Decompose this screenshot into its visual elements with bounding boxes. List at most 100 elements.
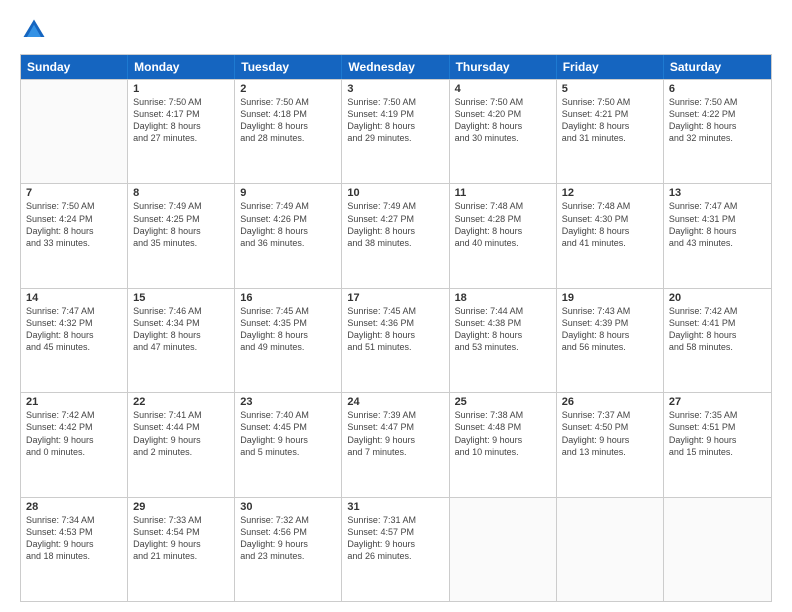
- cell-line-2: Daylight: 9 hours: [347, 434, 443, 446]
- cell-line-0: Sunrise: 7:42 AM: [669, 305, 766, 317]
- day-cell-31: 31Sunrise: 7:31 AMSunset: 4:57 PMDayligh…: [342, 498, 449, 601]
- day-cell-23: 23Sunrise: 7:40 AMSunset: 4:45 PMDayligh…: [235, 393, 342, 496]
- cell-line-3: and 32 minutes.: [669, 132, 766, 144]
- day-cell-5: 5Sunrise: 7:50 AMSunset: 4:21 PMDaylight…: [557, 80, 664, 183]
- calendar-body: 1Sunrise: 7:50 AMSunset: 4:17 PMDaylight…: [21, 79, 771, 601]
- cell-line-2: Daylight: 9 hours: [562, 434, 658, 446]
- empty-cell: [21, 80, 128, 183]
- calendar-week-2: 7Sunrise: 7:50 AMSunset: 4:24 PMDaylight…: [21, 183, 771, 287]
- cell-line-1: Sunset: 4:47 PM: [347, 421, 443, 433]
- cell-line-2: Daylight: 8 hours: [669, 329, 766, 341]
- cell-line-2: Daylight: 8 hours: [133, 225, 229, 237]
- day-number: 30: [240, 501, 336, 513]
- day-number: 17: [347, 292, 443, 304]
- day-cell-28: 28Sunrise: 7:34 AMSunset: 4:53 PMDayligh…: [21, 498, 128, 601]
- cell-line-1: Sunset: 4:25 PM: [133, 213, 229, 225]
- day-cell-29: 29Sunrise: 7:33 AMSunset: 4:54 PMDayligh…: [128, 498, 235, 601]
- calendar: SundayMondayTuesdayWednesdayThursdayFrid…: [20, 54, 772, 602]
- day-number: 27: [669, 396, 766, 408]
- day-cell-12: 12Sunrise: 7:48 AMSunset: 4:30 PMDayligh…: [557, 184, 664, 287]
- cell-line-1: Sunset: 4:31 PM: [669, 213, 766, 225]
- cell-line-3: and 26 minutes.: [347, 550, 443, 562]
- cell-line-2: Daylight: 8 hours: [562, 120, 658, 132]
- cell-line-2: Daylight: 9 hours: [26, 538, 122, 550]
- cell-line-1: Sunset: 4:54 PM: [133, 526, 229, 538]
- cell-line-3: and 13 minutes.: [562, 446, 658, 458]
- header-day-tuesday: Tuesday: [235, 55, 342, 79]
- cell-line-3: and 21 minutes.: [133, 550, 229, 562]
- cell-line-3: and 5 minutes.: [240, 446, 336, 458]
- day-cell-14: 14Sunrise: 7:47 AMSunset: 4:32 PMDayligh…: [21, 289, 128, 392]
- day-number: 23: [240, 396, 336, 408]
- cell-line-1: Sunset: 4:42 PM: [26, 421, 122, 433]
- day-number: 5: [562, 83, 658, 95]
- cell-line-1: Sunset: 4:48 PM: [455, 421, 551, 433]
- cell-line-0: Sunrise: 7:47 AM: [26, 305, 122, 317]
- day-number: 8: [133, 187, 229, 199]
- cell-line-1: Sunset: 4:53 PM: [26, 526, 122, 538]
- cell-line-1: Sunset: 4:22 PM: [669, 108, 766, 120]
- cell-line-3: and 10 minutes.: [455, 446, 551, 458]
- day-cell-10: 10Sunrise: 7:49 AMSunset: 4:27 PMDayligh…: [342, 184, 449, 287]
- header-day-monday: Monday: [128, 55, 235, 79]
- cell-line-0: Sunrise: 7:35 AM: [669, 409, 766, 421]
- cell-line-0: Sunrise: 7:45 AM: [240, 305, 336, 317]
- cell-line-2: Daylight: 8 hours: [240, 329, 336, 341]
- day-cell-18: 18Sunrise: 7:44 AMSunset: 4:38 PMDayligh…: [450, 289, 557, 392]
- cell-line-0: Sunrise: 7:33 AM: [133, 514, 229, 526]
- day-number: 25: [455, 396, 551, 408]
- day-number: 13: [669, 187, 766, 199]
- cell-line-2: Daylight: 9 hours: [455, 434, 551, 446]
- cell-line-0: Sunrise: 7:46 AM: [133, 305, 229, 317]
- cell-line-1: Sunset: 4:51 PM: [669, 421, 766, 433]
- cell-line-1: Sunset: 4:30 PM: [562, 213, 658, 225]
- cell-line-3: and 0 minutes.: [26, 446, 122, 458]
- cell-line-2: Daylight: 9 hours: [669, 434, 766, 446]
- day-cell-6: 6Sunrise: 7:50 AMSunset: 4:22 PMDaylight…: [664, 80, 771, 183]
- cell-line-3: and 35 minutes.: [133, 237, 229, 249]
- day-cell-15: 15Sunrise: 7:46 AMSunset: 4:34 PMDayligh…: [128, 289, 235, 392]
- cell-line-0: Sunrise: 7:45 AM: [347, 305, 443, 317]
- cell-line-1: Sunset: 4:35 PM: [240, 317, 336, 329]
- cell-line-0: Sunrise: 7:49 AM: [347, 200, 443, 212]
- cell-line-0: Sunrise: 7:32 AM: [240, 514, 336, 526]
- cell-line-0: Sunrise: 7:42 AM: [26, 409, 122, 421]
- day-cell-4: 4Sunrise: 7:50 AMSunset: 4:20 PMDaylight…: [450, 80, 557, 183]
- cell-line-0: Sunrise: 7:44 AM: [455, 305, 551, 317]
- day-cell-2: 2Sunrise: 7:50 AMSunset: 4:18 PMDaylight…: [235, 80, 342, 183]
- cell-line-1: Sunset: 4:34 PM: [133, 317, 229, 329]
- cell-line-2: Daylight: 8 hours: [347, 225, 443, 237]
- cell-line-3: and 15 minutes.: [669, 446, 766, 458]
- cell-line-2: Daylight: 8 hours: [455, 120, 551, 132]
- day-number: 26: [562, 396, 658, 408]
- day-cell-9: 9Sunrise: 7:49 AMSunset: 4:26 PMDaylight…: [235, 184, 342, 287]
- cell-line-2: Daylight: 8 hours: [669, 225, 766, 237]
- cell-line-0: Sunrise: 7:50 AM: [240, 96, 336, 108]
- cell-line-0: Sunrise: 7:31 AM: [347, 514, 443, 526]
- cell-line-2: Daylight: 8 hours: [562, 329, 658, 341]
- cell-line-2: Daylight: 8 hours: [455, 225, 551, 237]
- header-day-wednesday: Wednesday: [342, 55, 449, 79]
- cell-line-1: Sunset: 4:57 PM: [347, 526, 443, 538]
- cell-line-3: and 43 minutes.: [669, 237, 766, 249]
- cell-line-1: Sunset: 4:19 PM: [347, 108, 443, 120]
- day-number: 2: [240, 83, 336, 95]
- cell-line-2: Daylight: 9 hours: [133, 434, 229, 446]
- header-day-saturday: Saturday: [664, 55, 771, 79]
- cell-line-2: Daylight: 8 hours: [133, 120, 229, 132]
- cell-line-3: and 36 minutes.: [240, 237, 336, 249]
- day-cell-22: 22Sunrise: 7:41 AMSunset: 4:44 PMDayligh…: [128, 393, 235, 496]
- day-cell-8: 8Sunrise: 7:49 AMSunset: 4:25 PMDaylight…: [128, 184, 235, 287]
- header-day-friday: Friday: [557, 55, 664, 79]
- header: [20, 16, 772, 44]
- cell-line-3: and 49 minutes.: [240, 341, 336, 353]
- day-number: 24: [347, 396, 443, 408]
- cell-line-0: Sunrise: 7:38 AM: [455, 409, 551, 421]
- cell-line-1: Sunset: 4:28 PM: [455, 213, 551, 225]
- calendar-week-5: 28Sunrise: 7:34 AMSunset: 4:53 PMDayligh…: [21, 497, 771, 601]
- day-cell-13: 13Sunrise: 7:47 AMSunset: 4:31 PMDayligh…: [664, 184, 771, 287]
- cell-line-0: Sunrise: 7:49 AM: [133, 200, 229, 212]
- cell-line-0: Sunrise: 7:50 AM: [562, 96, 658, 108]
- day-cell-19: 19Sunrise: 7:43 AMSunset: 4:39 PMDayligh…: [557, 289, 664, 392]
- cell-line-1: Sunset: 4:39 PM: [562, 317, 658, 329]
